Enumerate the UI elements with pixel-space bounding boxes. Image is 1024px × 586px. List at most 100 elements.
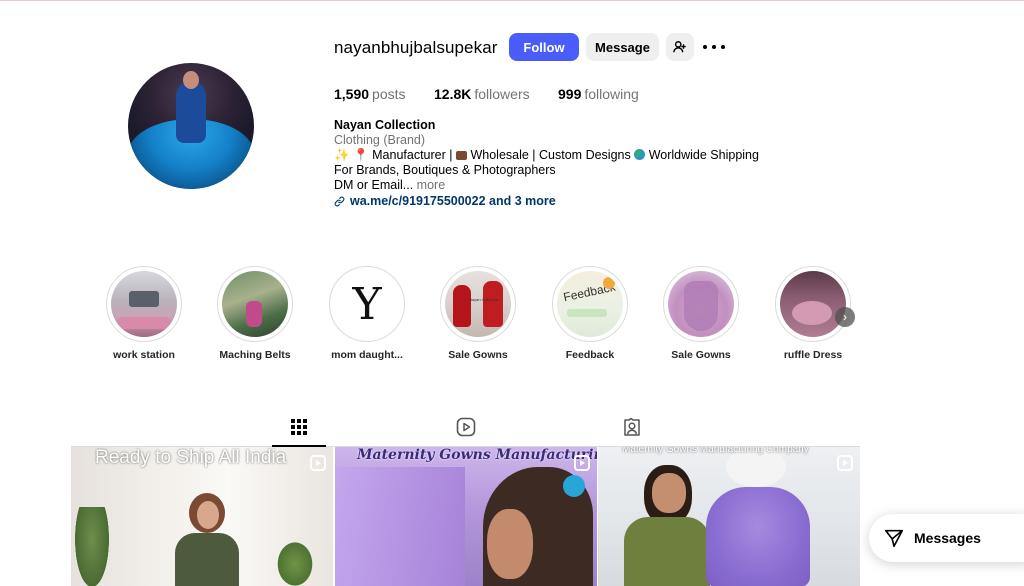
ruffle-graphic — [792, 301, 832, 325]
messages-label: Messages — [914, 530, 981, 546]
globe-icon — [634, 149, 646, 160]
highlight-mom-daughter[interactable]: Y mom daught... — [329, 266, 405, 361]
post-tile[interactable]: Ready to Ship All India — [71, 447, 333, 586]
link-icon — [334, 196, 345, 207]
letter-y-glyph: Y — [352, 278, 382, 330]
highlight-label: ruffle Dress — [783, 349, 843, 361]
highlight-sale-gowns[interactable]: Nayan Collection Sale Gowns — [440, 266, 516, 361]
belt-graphic — [246, 301, 262, 327]
highlight-ring — [217, 266, 293, 342]
red-gown-right — [483, 281, 503, 327]
followers-label: followers — [474, 86, 530, 102]
bio-name: Nayan Collection — [334, 118, 436, 132]
fabric-graphic — [119, 317, 169, 329]
machine-graphic — [129, 291, 159, 307]
ruffle-dress-thumbnail — [780, 271, 846, 337]
bio-wholesale: Wholesale | Custom Designs — [470, 148, 631, 162]
bio-line-3: DM or Email... more — [334, 178, 445, 193]
tagged-icon — [624, 417, 640, 436]
presenter-face-graphic — [652, 473, 686, 513]
thumbnail-mini-text: Nayan Collection — [469, 297, 500, 302]
more-options-icon[interactable] — [703, 37, 725, 57]
send-icon — [884, 529, 904, 548]
posts-count-stat: 1,590 posts — [334, 86, 406, 102]
highlight-label: work station — [113, 349, 175, 361]
highlight-maching-belts[interactable]: Maching Belts — [217, 266, 293, 361]
profile-username: nayanbhujbalsupekar — [334, 38, 498, 57]
tulle-graphic — [335, 467, 465, 586]
bio-link-text: wa.me/c/919175500022 and 3 more — [350, 194, 556, 208]
post-caption: Maternity Gowns Manufacturing Company — [622, 447, 809, 455]
highlights-next-button[interactable]: › — [835, 307, 855, 327]
highlight-ring: Nayan Collection — [440, 266, 516, 342]
post-tile[interactable]: Maternity Gowns Manufacturing Company — [598, 447, 860, 586]
sticker-graphic — [603, 277, 615, 289]
following-count: 999 — [558, 86, 582, 102]
tab-tagged[interactable] — [620, 416, 644, 438]
highlight-label: Sale Gowns — [671, 349, 731, 361]
bio-manufacturer: Manufacturer | — [372, 148, 453, 162]
following-label: following — [584, 86, 639, 102]
bio-link[interactable]: wa.me/c/919175500022 and 3 more — [334, 194, 556, 209]
tab-reels[interactable] — [454, 416, 478, 438]
highlight-sale-gowns-2[interactable]: Sale Gowns — [663, 266, 739, 361]
pin-icon: 📍 — [353, 148, 369, 162]
dot — [721, 45, 725, 49]
message-button[interactable]: Message — [586, 33, 659, 61]
followers-stat[interactable]: 12.8K followers — [434, 86, 530, 102]
briefcase-icon — [455, 151, 467, 160]
highlight-ring — [663, 266, 739, 342]
profile-avatar[interactable] — [128, 63, 254, 189]
reel-indicator-icon — [310, 455, 326, 471]
plant-graphic-right — [275, 539, 315, 586]
following-stat[interactable]: 999 following — [558, 86, 639, 102]
feedback-thumbnail: Feedback — [557, 271, 623, 337]
bio-category: Clothing (Brand) — [334, 133, 426, 147]
highlight-label: Maching Belts — [219, 349, 291, 361]
chat-bubble-graphic — [567, 309, 607, 317]
bio-dm-text: DM or Email... — [334, 178, 414, 192]
plant-graphic — [75, 507, 109, 586]
highlight-work-station[interactable]: work station — [106, 266, 182, 361]
dot — [703, 45, 707, 49]
post-caption: Maternity Gowns Manufacturing — [357, 447, 597, 463]
work-station-thumbnail — [111, 271, 177, 337]
woman-face-graphic — [487, 509, 533, 579]
avatar-figure-graphic — [176, 81, 206, 143]
highlight-feedback[interactable]: Feedback Feedback — [552, 266, 628, 361]
avatar-head-graphic — [183, 71, 199, 89]
grid-icon — [291, 419, 307, 435]
top-border — [0, 0, 1024, 1]
reel-indicator-icon — [837, 455, 853, 471]
bio-more-link[interactable]: more — [417, 178, 445, 192]
sparkles-icon: ✨ — [334, 148, 350, 162]
model-dress-graphic — [175, 533, 239, 586]
highlight-label: mom daught... — [331, 349, 403, 361]
highlight-ring — [106, 266, 182, 342]
highlight-label: Feedback — [565, 349, 615, 361]
suggested-accounts-button[interactable] — [666, 33, 694, 61]
post-tile[interactable]: Maternity Gowns Manufacturing — [335, 447, 597, 586]
messages-button[interactable]: Messages — [869, 514, 1024, 562]
chevron-right-icon: › — [843, 310, 847, 324]
highlight-label: Sale Gowns — [448, 349, 508, 361]
sale-gowns-thumbnail-2 — [668, 271, 734, 337]
follow-button[interactable]: Follow — [509, 33, 579, 61]
highlight-ring: Y — [329, 266, 405, 342]
belts-thumbnail — [222, 271, 288, 337]
purple-gown-graphic — [706, 487, 810, 586]
dot — [712, 45, 716, 49]
purple-gown-graphic — [684, 281, 718, 331]
person-add-icon — [673, 41, 686, 53]
highlight-ring: Feedback — [552, 266, 628, 342]
presenter-shirt-graphic — [624, 517, 710, 586]
bio-shipping: Worldwide Shipping — [648, 148, 759, 162]
red-gown-left — [453, 285, 471, 327]
letter-y-thumbnail: Y — [334, 271, 400, 337]
post-caption: Ready to Ship All India — [95, 447, 287, 468]
bio-line-1: ✨ 📍 Manufacturer | Wholesale | Custom De… — [334, 148, 759, 163]
hair-flower-graphic — [563, 475, 585, 497]
followers-count: 12.8K — [434, 86, 472, 102]
reel-indicator-icon — [574, 455, 590, 471]
tab-posts[interactable] — [287, 416, 311, 438]
